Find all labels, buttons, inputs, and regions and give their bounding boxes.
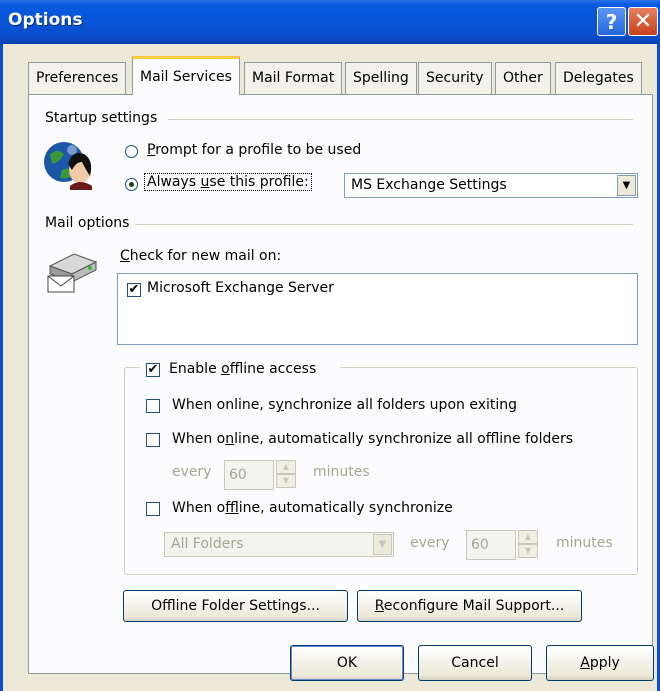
exchange-server-checkbox[interactable]: ✔ [127, 283, 141, 297]
tab-label: Other [503, 70, 543, 86]
offline-interval-value: 60 [471, 537, 489, 553]
chevron-down-icon: ▼ [622, 180, 631, 191]
online-interval-input[interactable]: 60 [224, 460, 274, 490]
tab-spelling[interactable]: Spelling [345, 62, 417, 94]
profile-select-value: MS Exchange Settings [351, 177, 507, 193]
auto-sync-online-checkbox[interactable] [146, 433, 160, 447]
chevron-down-icon: ▼ [378, 539, 387, 550]
apply-label: Apply [580, 655, 620, 671]
help-button[interactable]: ? [597, 7, 626, 36]
prompt-profile-label[interactable]: Prompt for a profile to be used [147, 142, 361, 158]
window-border-left [0, 44, 3, 691]
mail-services-list[interactable]: ✔ Microsoft Exchange Server [117, 273, 638, 345]
online-minutes-label: minutes [313, 464, 370, 480]
profile-select-dropdown-button[interactable]: ▼ [617, 175, 636, 196]
spin-up-icon[interactable]: ▲ [276, 460, 296, 474]
offline-folder-settings-label: Offline Folder Settings... [151, 598, 320, 614]
title-bar[interactable]: Options ? ✕ [0, 0, 660, 44]
auto-sync-offline-checkbox[interactable] [146, 502, 160, 516]
check-icon: ✔ [147, 362, 159, 377]
reconfigure-label: Reconfigure Mail Support... [374, 598, 565, 614]
offline-interval-input[interactable]: 60 [466, 530, 516, 560]
tab-preferences[interactable]: Preferences [28, 62, 127, 94]
apply-button[interactable]: Apply [546, 645, 654, 681]
window-title: Options [8, 10, 83, 30]
startup-divider [168, 119, 633, 120]
auto-sync-online-label[interactable]: When online, automatically synchronize a… [172, 431, 573, 447]
ok-button[interactable]: OK [290, 645, 404, 681]
sync-on-exit-label[interactable]: When online, synchronize all folders upo… [172, 397, 517, 413]
help-icon: ? [605, 9, 618, 34]
tab-label: Mail Services [140, 69, 232, 85]
close-button[interactable]: ✕ [628, 7, 658, 36]
always-profile-radio[interactable] [125, 178, 138, 191]
online-interval-spinner[interactable]: ▲ ▼ [276, 460, 296, 490]
close-icon: ✕ [633, 9, 653, 34]
tab-label: Spelling [353, 70, 409, 86]
mail-options-group-label: Mail options [45, 215, 136, 231]
check-icon: ✔ [128, 282, 140, 297]
tab-label: Delegates [563, 70, 634, 86]
online-interval-value: 60 [229, 467, 247, 483]
spin-down-icon[interactable]: ▼ [518, 544, 538, 558]
offline-folders-select[interactable]: All Folders ▼ [164, 532, 394, 557]
spin-up-icon[interactable]: ▲ [518, 530, 538, 544]
tab-other[interactable]: Other [495, 62, 551, 94]
tab-delegates[interactable]: Delegates [555, 62, 642, 94]
offline-every-label: every [410, 535, 450, 551]
offline-folders-value: All Folders [171, 536, 244, 552]
enable-offline-checkbox[interactable]: ✔ [146, 363, 160, 377]
exchange-server-label[interactable]: Microsoft Exchange Server [147, 280, 334, 296]
auto-sync-offline-label[interactable]: When offline, automatically synchronize [172, 500, 453, 516]
globe-person-icon [44, 142, 92, 190]
tab-mail-format[interactable]: Mail Format [244, 62, 343, 94]
ok-label: OK [336, 655, 358, 671]
tab-label: Security [426, 70, 484, 86]
prompt-profile-radio[interactable] [125, 145, 138, 158]
profile-select[interactable]: MS Exchange Settings ▼ [344, 173, 638, 198]
cancel-label: Cancel [451, 655, 499, 671]
reconfigure-mail-support-button[interactable]: Reconfigure Mail Support... [357, 590, 582, 622]
offline-folder-settings-button[interactable]: Offline Folder Settings... [123, 590, 348, 622]
tab-label: Mail Format [252, 70, 335, 86]
tab-label: Preferences [36, 70, 119, 86]
options-dialog: Options ? ✕ Preferences Mail Services Ma… [0, 0, 660, 691]
spin-down-icon[interactable]: ▼ [276, 474, 296, 488]
cancel-button[interactable]: Cancel [418, 645, 532, 681]
offline-folders-dropdown-button[interactable]: ▼ [373, 534, 392, 555]
startup-group-label: Startup settings [45, 110, 164, 126]
online-every-label: every [172, 464, 212, 480]
mail-options-divider [126, 224, 633, 225]
enable-offline-label[interactable]: Enable offline access [169, 361, 316, 377]
always-profile-label[interactable]: Always use this profile: [144, 173, 312, 191]
offline-minutes-label: minutes [556, 535, 613, 551]
mail-server-icon [47, 253, 98, 293]
sync-on-exit-checkbox[interactable] [146, 399, 160, 413]
tab-security[interactable]: Security [418, 62, 492, 94]
tab-mail-services[interactable]: Mail Services [132, 56, 240, 95]
offline-interval-spinner[interactable]: ▲ ▼ [518, 530, 538, 560]
check-mail-label: Check for new mail on: [120, 248, 282, 264]
